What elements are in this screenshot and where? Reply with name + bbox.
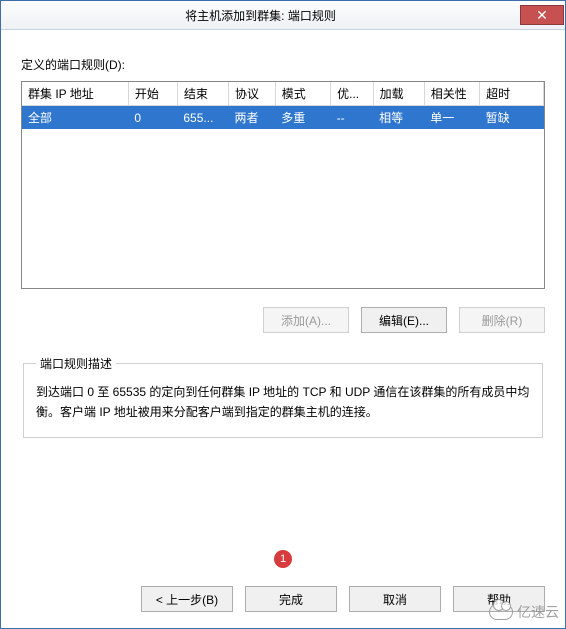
rule-description-text: 到达端口 0 至 65535 的定向到任何群集 IP 地址的 TCP 和 UDP… [36,382,530,423]
rule-description-group: 端口规则描述 到达端口 0 至 65535 的定向到任何群集 IP 地址的 TC… [23,355,543,438]
col-affinity[interactable]: 相关性 [424,82,479,106]
cell-protocol: 两者 [228,106,275,130]
defined-rules-label: 定义的端口规则(D): [21,56,545,73]
back-button[interactable]: < 上一步(B) [141,586,233,612]
edit-button[interactable]: 编辑(E)... [361,307,447,333]
col-timeout[interactable]: 超时 [480,82,544,106]
col-start[interactable]: 开始 [128,82,177,106]
titlebar: 将主机添加到群集: 端口规则 ✕ [1,1,565,30]
close-icon: ✕ [536,8,548,22]
col-load[interactable]: 加载 [373,82,424,106]
cell-timeout: 暂缺 [480,106,544,130]
cell-start: 0 [128,106,177,130]
cell-priority: -- [331,106,374,130]
rule-description-legend: 端口规则描述 [36,355,116,372]
dialog-body: 定义的端口规则(D): 群集 IP 地址 开始 [1,30,565,438]
cancel-button[interactable]: 取消 [349,586,441,612]
port-rules-grid[interactable]: 群集 IP 地址 开始 结束 协议 模式 优... 加载 相关性 超时 全部 0 [21,81,545,289]
col-cluster-ip[interactable]: 群集 IP 地址 [22,82,128,106]
cell-end: 655... [177,106,228,130]
dialog-window: 将主机添加到群集: 端口规则 ✕ 定义的端口规则(D): [0,0,566,629]
cell-cluster-ip: 全部 [22,106,128,130]
annotation-badge: 1 [274,550,292,568]
cloud-icon [489,604,513,620]
cell-mode: 多重 [275,106,330,130]
col-priority[interactable]: 优... [331,82,374,106]
table-row[interactable]: 全部 0 655... 两者 多重 -- 相等 单一 暂缺 [22,106,544,130]
window-title: 将主机添加到群集: 端口规则 [1,7,520,24]
col-end[interactable]: 结束 [177,82,228,106]
cell-affinity: 单一 [424,106,479,130]
watermark-text: 亿速云 [517,602,559,622]
finish-button[interactable]: 完成 [245,586,337,612]
remove-button[interactable]: 删除(R) [459,307,545,333]
grid-header-row: 群集 IP 地址 开始 结束 协议 模式 优... 加载 相关性 超时 [22,82,544,106]
cell-load: 相等 [373,106,424,130]
wizard-footer: < 上一步(B) 完成 取消 帮助 [1,586,565,612]
rule-buttons: 添加(A)... 编辑(E)... 删除(R) [21,307,545,333]
col-protocol[interactable]: 协议 [228,82,275,106]
close-button[interactable]: ✕ [520,5,564,25]
col-mode[interactable]: 模式 [275,82,330,106]
add-button[interactable]: 添加(A)... [263,307,349,333]
watermark: 亿速云 [489,602,559,622]
